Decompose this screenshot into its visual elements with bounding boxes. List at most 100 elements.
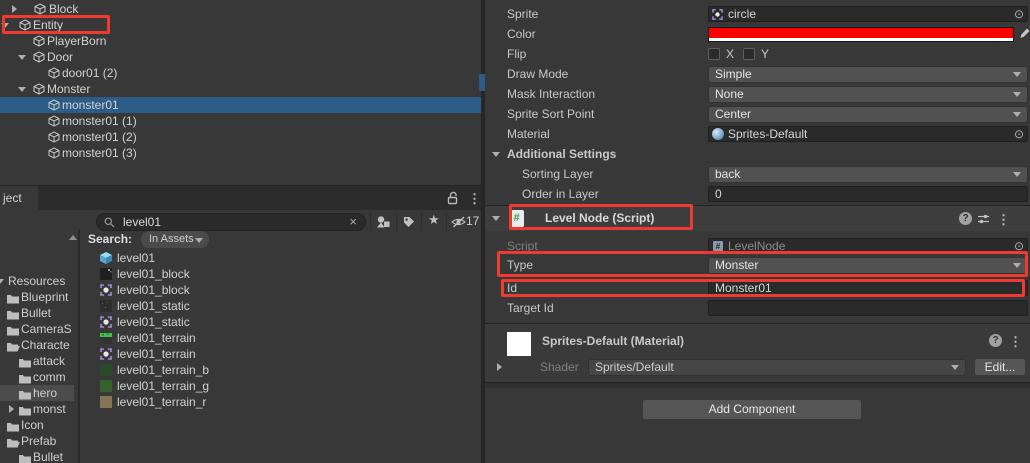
folder-item-prefab[interactable]: Prefab [0,433,78,449]
foldout-arrow-icon[interactable] [492,216,500,221]
material-menu-icon[interactable]: ⋮ [1009,335,1022,348]
hierarchy-item-monster01-2[interactable]: monster01 (2) [0,129,481,145]
favorites-star-icon[interactable]: ★ [428,212,440,230]
hierarchy-item-label: monster01 (1) [62,113,137,129]
presets-icon[interactable] [977,213,990,228]
folder-item-blueprint[interactable]: Blueprint [0,289,78,305]
asset-item-level01-terrain-g-8[interactable]: level01_terrain_g [82,378,481,394]
foldout-arrow-icon[interactable] [18,55,26,60]
folder-item-icon[interactable]: Icon [0,417,78,433]
asset-item-level01-terrain-r-9[interactable]: level01_terrain_r [82,394,481,410]
folder-item-resources[interactable]: Resources [0,273,78,289]
folder-item-monst[interactable]: monst [0,401,78,417]
folder-item-label: Bullet [21,305,51,321]
order-in-layer-field[interactable]: 0 [708,186,1028,202]
shader-dropdown[interactable]: Sprites/Default [588,359,966,376]
foldout-arrow-icon[interactable] [9,405,14,413]
hierarchy-item-monster01[interactable]: monster01 [0,97,481,113]
asset-item-label: level01_terrain_g [117,378,209,394]
hidden-count-eye-icon[interactable] [451,216,466,234]
inspector-panel: Sprite circle ⊙ Color Flip X Y Draw Mode… [485,0,1030,463]
folder-item-label: Icon [21,417,44,433]
help-icon[interactable]: ? [959,212,972,225]
hierarchy-item-door01-2[interactable]: door01 (2) [0,65,481,81]
hierarchy-item-label: Entity [33,17,63,33]
foldout-arrow-icon[interactable] [1,23,9,28]
sorting-layer-dropdown[interactable]: back [708,166,1028,183]
folder-item-comm[interactable]: comm [0,369,78,385]
clear-search-icon[interactable]: × [349,214,357,230]
script-object-field[interactable]: # LevelNode ⊙ [708,238,1028,254]
asset-item-label: level01_terrain_b [117,362,209,378]
foldout-arrow-icon[interactable] [0,279,4,284]
hierarchy-item-door[interactable]: Door [0,49,481,65]
material-preview-swatch[interactable] [507,332,531,356]
target-id-field[interactable] [708,300,1028,316]
project-menu-icon[interactable]: ⋮ [468,192,481,205]
search-box[interactable]: × [96,213,366,231]
hierarchy-item-monster01-1[interactable]: monster01 (1) [0,113,481,129]
chevron-down-icon [1013,72,1021,77]
eyedropper-icon[interactable] [1019,27,1030,43]
folder-item-attack[interactable]: attack [0,353,78,369]
search-scope-dropdown[interactable]: In Assets [141,231,209,248]
sprite-packer-icon[interactable] [376,215,391,233]
foldout-arrow-icon[interactable] [12,5,17,13]
mask-interaction-dropdown[interactable]: None [708,86,1028,103]
foldout-arrow-icon[interactable] [492,152,500,157]
hierarchy-item-monster01-3[interactable]: monster01 (3) [0,145,481,161]
sprite-label: Sprite [507,6,538,22]
material-object-field[interactable]: Sprites-Default ⊙ [708,126,1028,142]
help-icon[interactable]: ? [989,334,1002,347]
additional-settings-label: Additional Settings [507,146,616,162]
flip-y-checkbox[interactable] [743,48,755,60]
asset-item-level01-terrain-6[interactable]: level01_terrain [82,346,481,362]
object-picker-icon[interactable]: ⊙ [1014,127,1024,141]
asset-item-level01-static-4[interactable]: level01_static [82,314,481,330]
object-picker-icon[interactable]: ⊙ [1014,239,1024,253]
sorting-layer-label: Sorting Layer [522,166,593,182]
add-component-button[interactable]: Add Component [642,399,862,420]
asset-item-level01-terrain-b-7[interactable]: level01_terrain_b [82,362,481,378]
tree-scrollbar[interactable] [78,229,80,463]
hierarchy-item-label: Block [49,1,78,17]
folder-item-cameras[interactable]: CameraS [0,321,78,337]
asset-item-level01-block-1[interactable]: level01_block [82,266,481,282]
folder-item-hero[interactable]: hero [0,385,74,401]
edit-shader-button[interactable]: Edit... [974,358,1026,376]
lock-icon[interactable] [447,191,459,208]
hierarchy-item-label: PlayerBorn [47,33,106,49]
draw-mode-dropdown[interactable]: Simple [708,66,1028,83]
material-preview-section: Sprites-Default (Material) ? ⋮ Shader Sp… [485,323,1030,382]
hierarchy-item-label: Monster [47,81,90,97]
color-swatch[interactable] [708,27,1014,42]
component-menu-icon[interactable]: ⋮ [997,213,1010,226]
hierarchy-item-block[interactable]: Block [0,1,481,17]
hierarchy-item-entity[interactable]: Entity [0,17,481,33]
hierarchy-item-monster[interactable]: Monster [0,81,481,97]
label-icon[interactable] [403,216,415,234]
type-value: Monster [715,258,758,272]
folder-item-characte[interactable]: Characte [0,337,78,353]
folder-item-bullet[interactable]: Bullet [0,305,78,321]
sprite-value: circle [728,7,756,21]
object-picker-icon[interactable]: ⊙ [1014,7,1024,21]
scroll-up-icon[interactable] [69,235,77,240]
asset-item-level01-0[interactable]: level01 [82,250,481,266]
project-tab[interactable]: ject [0,186,38,210]
color-label: Color [507,26,536,42]
sprite-object-field[interactable]: circle ⊙ [708,6,1028,22]
id-field[interactable]: Monster01 [708,280,1028,296]
type-dropdown[interactable]: Monster [708,257,1028,274]
search-input[interactable] [123,215,323,229]
folder-item-bullet[interactable]: Bullet [0,449,78,463]
foldout-arrow-icon[interactable] [497,363,502,371]
foldout-arrow-icon[interactable] [18,87,26,92]
asset-item-level01-block-2[interactable]: level01_block [82,282,481,298]
flip-x-checkbox[interactable] [708,48,720,60]
asset-item-level01-static-3[interactable]: level01_static [82,298,481,314]
asset-item-level01-terrain-5[interactable]: level01_terrain [82,330,481,346]
sprite-sort-point-dropdown[interactable]: Center [708,106,1028,123]
level-node-header[interactable]: # Level Node (Script) ? ⋮ [485,205,1030,231]
hierarchy-item-playerborn[interactable]: PlayerBorn [0,33,481,49]
